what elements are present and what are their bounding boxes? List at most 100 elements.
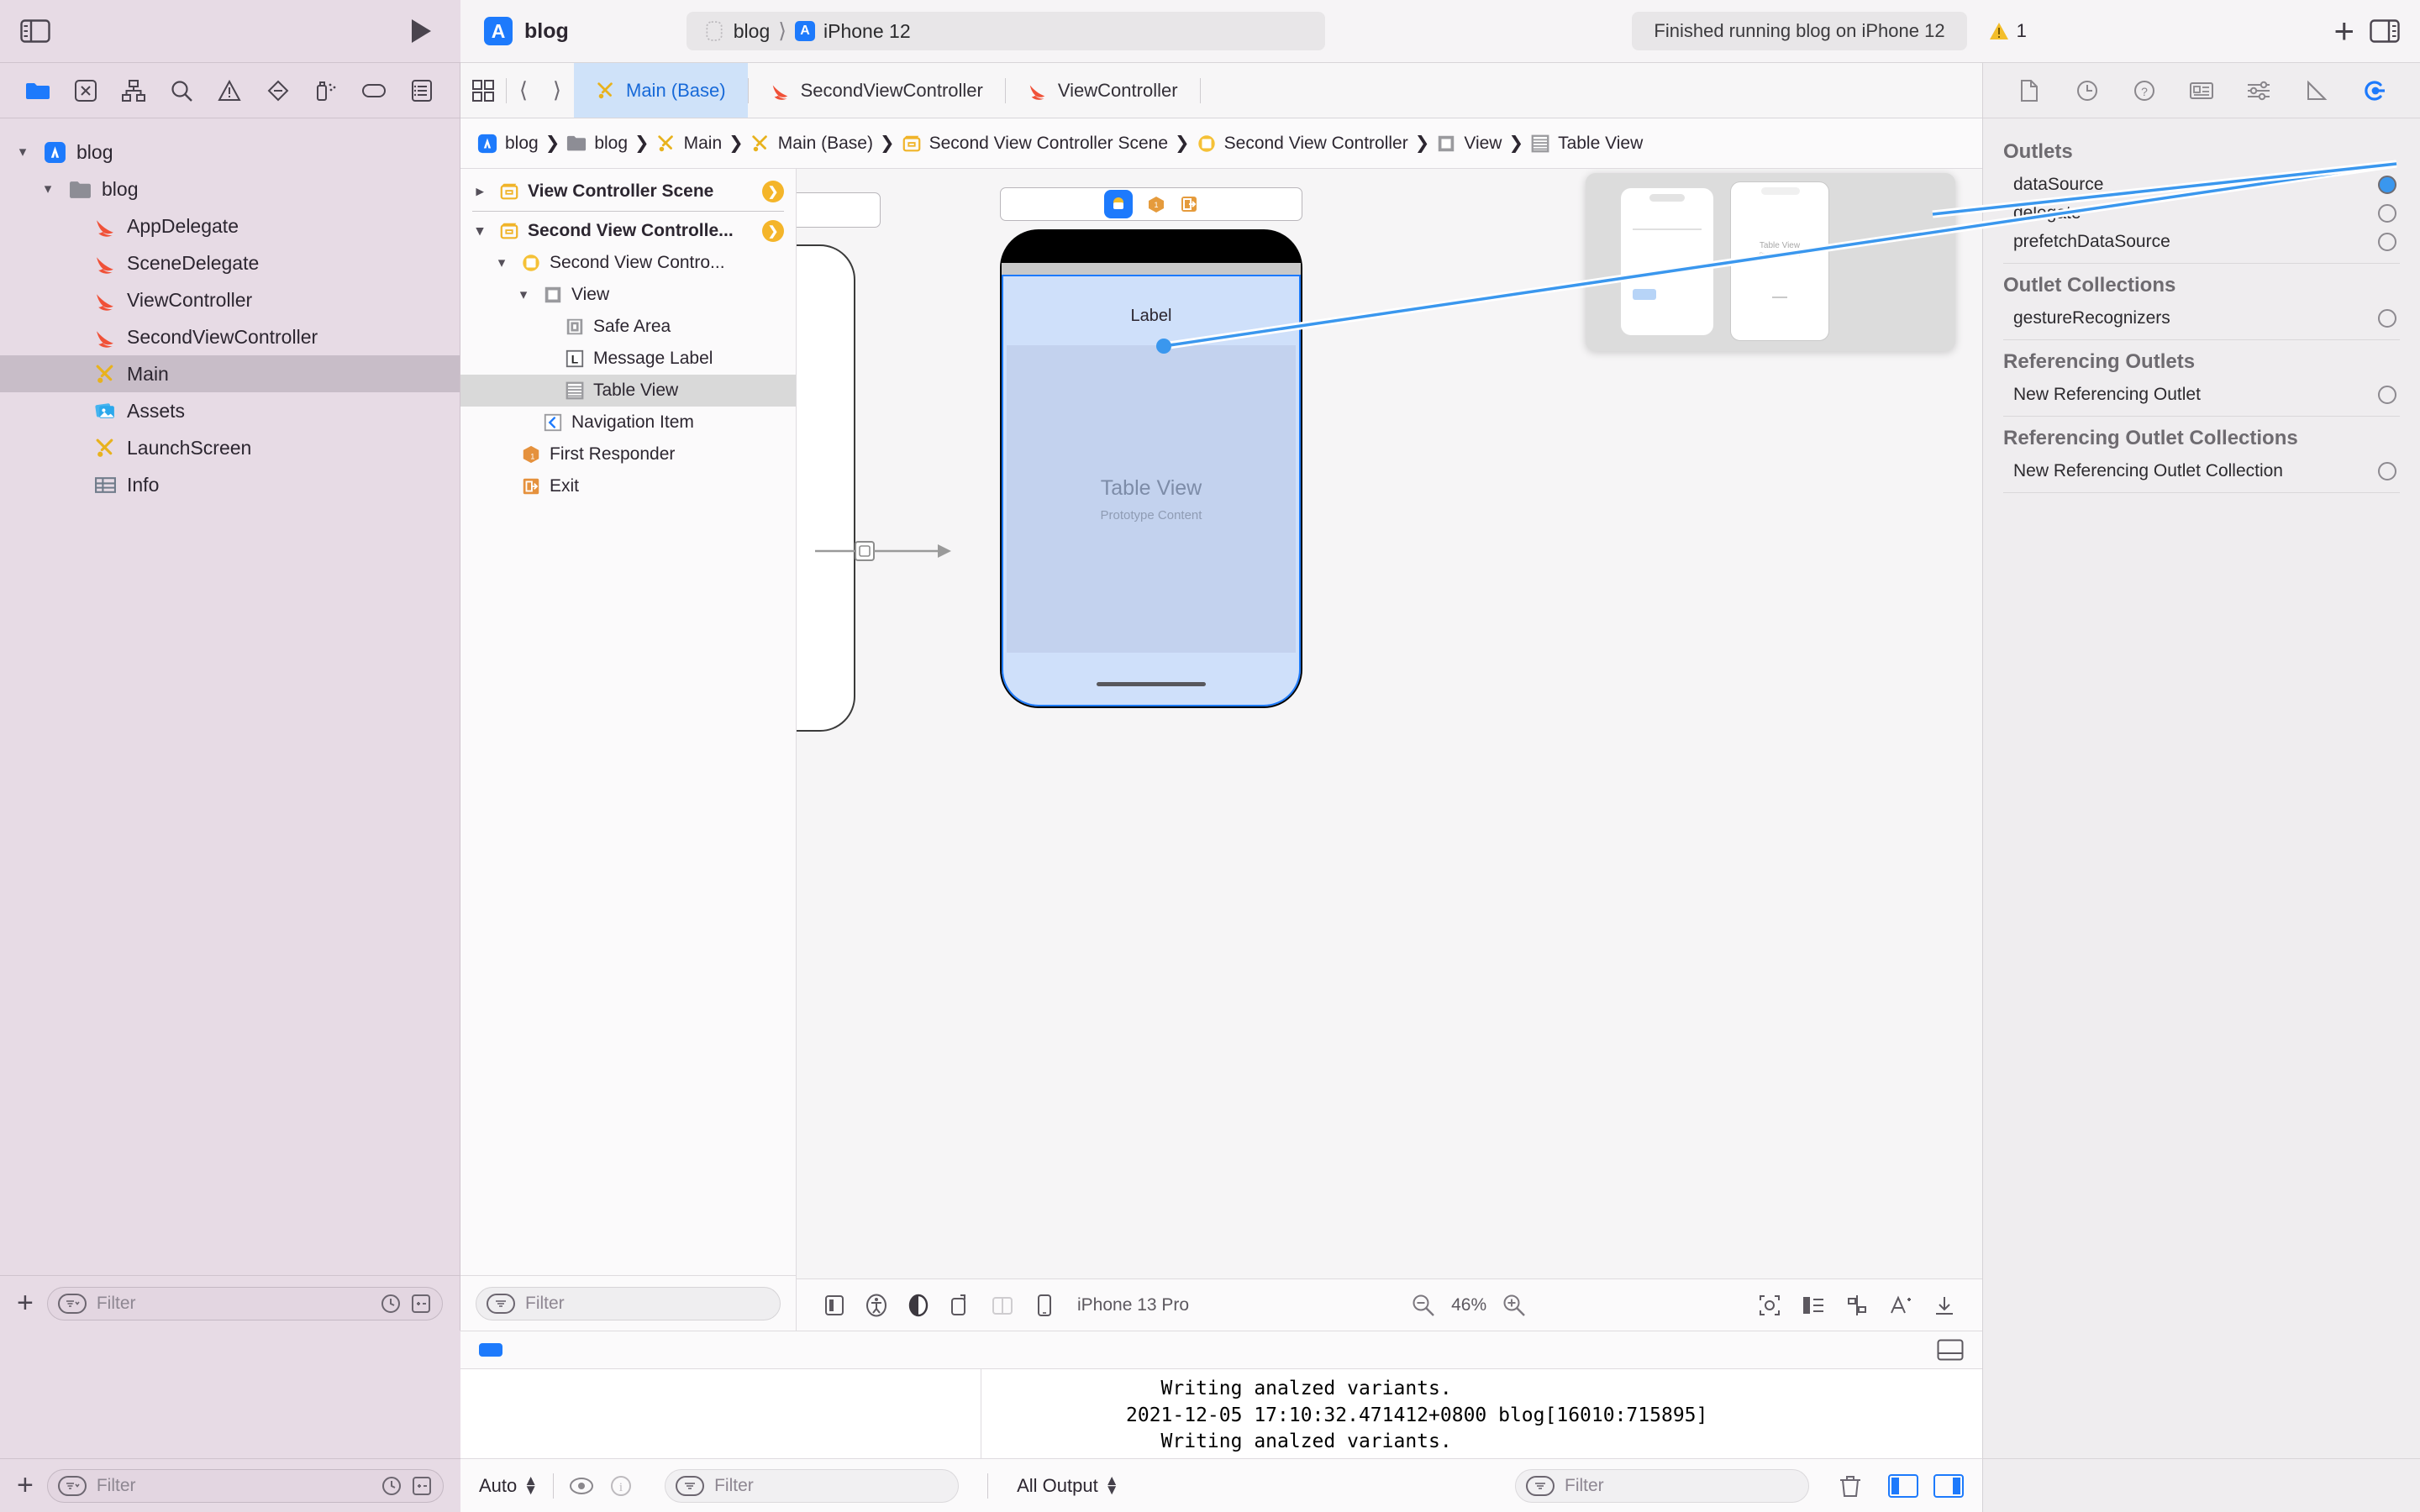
breadcrumb-item-second-view-controller-scene[interactable]: Second View Controller Scene: [902, 134, 1168, 154]
breadcrumb-item-second-view-controller[interactable]: Second View Controller: [1197, 134, 1408, 154]
outlet-row-datasource[interactable]: dataSource: [1983, 171, 2420, 199]
sidebar-item-viewcontroller[interactable]: ViewController: [0, 281, 460, 318]
outlet-connection-well[interactable]: [2378, 204, 2396, 223]
outlet-row-delegate[interactable]: delegate: [1983, 199, 2420, 228]
segue-arrow[interactable]: [813, 526, 973, 576]
x-box-icon[interactable]: [67, 72, 104, 109]
outlet-connection-well[interactable]: [2378, 309, 2396, 328]
split-view-icon[interactable]: [983, 1289, 1022, 1322]
breadcrumb-item-blog[interactable]: blog: [477, 134, 539, 154]
attributes-icon[interactable]: [2239, 71, 2278, 110]
add-editor-button[interactable]: +: [2333, 13, 2354, 49]
tab-main-base-[interactable]: Main (Base): [574, 63, 748, 118]
warning-icon[interactable]: [211, 72, 248, 109]
viewcontroller-dock-icon[interactable]: [1104, 190, 1133, 218]
console-filter-field[interactable]: Filter: [1515, 1469, 1809, 1503]
outlet-connection-well[interactable]: [2378, 386, 2396, 404]
outline-item-exit[interactable]: Exit: [460, 470, 796, 502]
table-view[interactable]: Table View Prototype Content: [1007, 345, 1296, 653]
forward-arrow-icon[interactable]: ⟩: [540, 77, 574, 103]
twisty-down-icon[interactable]: ▾: [469, 223, 491, 239]
outline-item-first-responder[interactable]: 1First Responder: [460, 438, 796, 470]
sidebar-item-blog[interactable]: ▾blog: [0, 171, 460, 207]
filter-menu-icon[interactable]: [1526, 1476, 1555, 1496]
warning-indicator[interactable]: 1: [1989, 20, 2027, 42]
breadcrumb-item-main-base-[interactable]: Main (Base): [750, 134, 873, 154]
twisty-down-icon[interactable]: ▾: [12, 144, 34, 160]
outlet-connection-well[interactable]: [2378, 233, 2396, 251]
outlet-connection-well[interactable]: [2378, 462, 2396, 480]
add-file-button[interactable]: +: [17, 1287, 34, 1320]
status-bar-chip[interactable]: Finished running blog on iPhone 12: [1632, 12, 1966, 50]
outline-item-second-view-controlle-[interactable]: ▾Second View Controlle...❯: [460, 215, 796, 247]
console-output[interactable]: Writing analzed variants. 2021-12-05 17:…: [981, 1369, 1982, 1458]
appearance-icon[interactable]: [899, 1289, 938, 1322]
tab-secondviewcontroller[interactable]: SecondViewController: [749, 63, 1005, 118]
preview-popover[interactable]: Table View Prototype Content: [1586, 173, 1955, 351]
outline-filter-field[interactable]: Filter: [476, 1287, 781, 1320]
sidebar-item-appdelegate[interactable]: AppDelegate: [0, 207, 460, 244]
filter-menu-icon[interactable]: [58, 1476, 87, 1496]
console-pane-toggle-icon[interactable]: [1937, 1339, 1964, 1361]
outlet-row-new-referencing-outlet-collection[interactable]: New Referencing Outlet Collection: [1983, 457, 2420, 486]
storyboard-canvas[interactable]: 1 Label Table View Prototype Content: [797, 169, 1982, 1331]
sidebar-item-scenedelegate[interactable]: SceneDelegate: [0, 244, 460, 281]
navigator-filter-field[interactable]: Filter: [47, 1287, 443, 1320]
back-arrow-icon[interactable]: ⟨: [507, 77, 540, 103]
layout-pane-icon[interactable]: [815, 1289, 854, 1322]
eye-icon[interactable]: [569, 1476, 594, 1496]
navigator-toggle-icon[interactable]: [18, 18, 52, 45]
scene-jump-arrow-icon[interactable]: ❯: [762, 220, 784, 242]
sidebar-item-launchscreen[interactable]: LaunchScreen: [0, 429, 460, 466]
resolve-autolayout-icon[interactable]: [1750, 1289, 1789, 1322]
connections-icon[interactable]: [2354, 71, 2393, 110]
variables-view[interactable]: [460, 1369, 981, 1458]
breadcrumb-item-blog[interactable]: blog: [566, 134, 628, 154]
twisty-down-icon[interactable]: ▾: [513, 286, 534, 303]
twisty-down-icon[interactable]: ▾: [37, 181, 59, 197]
pin-icon[interactable]: [1925, 1289, 1964, 1322]
breadcrumb-item-main[interactable]: Main: [656, 134, 723, 154]
outline-item-view[interactable]: ▾View: [460, 279, 796, 311]
recent-clock-icon[interactable]: [380, 1293, 402, 1315]
identity-icon[interactable]: [2182, 71, 2221, 110]
outline-item-view-controller-scene[interactable]: ▸View Controller Scene❯: [460, 176, 796, 207]
embed-in-icon[interactable]: [1794, 1289, 1833, 1322]
exit-dock-icon[interactable]: [1180, 195, 1198, 213]
outlet-row-new-referencing-outlet[interactable]: New Referencing Outlet: [1983, 381, 2420, 409]
outlet-row-gesturerecognizers[interactable]: gestureRecognizers: [1983, 304, 2420, 333]
scene-jump-arrow-icon[interactable]: ❯: [762, 181, 784, 202]
zoom-out-icon[interactable]: [1411, 1293, 1436, 1318]
firstresponder-dock-icon[interactable]: 1: [1147, 195, 1165, 213]
filter-menu-icon[interactable]: [676, 1476, 704, 1496]
scheme-destination-chip[interactable]: blog ⟩ A iPhone 12: [687, 12, 1325, 50]
accessibility-icon[interactable]: [857, 1289, 896, 1322]
variables-scope-select[interactable]: Auto ▲▼: [479, 1475, 538, 1497]
twisty-right-icon[interactable]: ▸: [469, 183, 491, 200]
twisty-down-icon[interactable]: ▾: [491, 255, 513, 271]
inspector-toggle-icon[interactable]: [2370, 19, 2400, 43]
info-icon[interactable]: i: [609, 1474, 633, 1498]
run-button[interactable]: [407, 17, 435, 45]
add-file-button-bottom[interactable]: +: [17, 1469, 34, 1502]
align-icon[interactable]: [1838, 1289, 1876, 1322]
breadcrumb-item-table-view[interactable]: Table View: [1530, 134, 1643, 154]
diamond-icon[interactable]: [260, 72, 297, 109]
folder-icon[interactable]: [19, 72, 56, 109]
filter-menu-icon[interactable]: [487, 1294, 515, 1314]
add-constraints-icon[interactable]: [1881, 1289, 1920, 1322]
console-scope-select[interactable]: All Output ▲▼: [1017, 1475, 1118, 1497]
tab-viewcontroller[interactable]: ViewController: [1006, 63, 1200, 118]
outline-item-navigation-item[interactable]: Navigation Item: [460, 407, 796, 438]
sidebar-item-assets[interactable]: Assets: [0, 392, 460, 429]
sidebar-item-info[interactable]: Info: [0, 466, 460, 503]
filter-menu-icon[interactable]: [58, 1294, 87, 1314]
scene-dock-left[interactable]: [797, 192, 881, 228]
source-control-filter-icon[interactable]: [411, 1475, 433, 1497]
navigator-filter-field-bottom[interactable]: Filter: [47, 1469, 444, 1503]
breadcrumb-item-view[interactable]: View: [1436, 134, 1502, 154]
outline-item-second-view-contro-[interactable]: ▾Second View Contro...: [460, 247, 796, 279]
device-icon[interactable]: [1025, 1289, 1064, 1322]
project-chip[interactable]: A blog: [484, 17, 569, 45]
tag-icon[interactable]: [355, 72, 392, 109]
